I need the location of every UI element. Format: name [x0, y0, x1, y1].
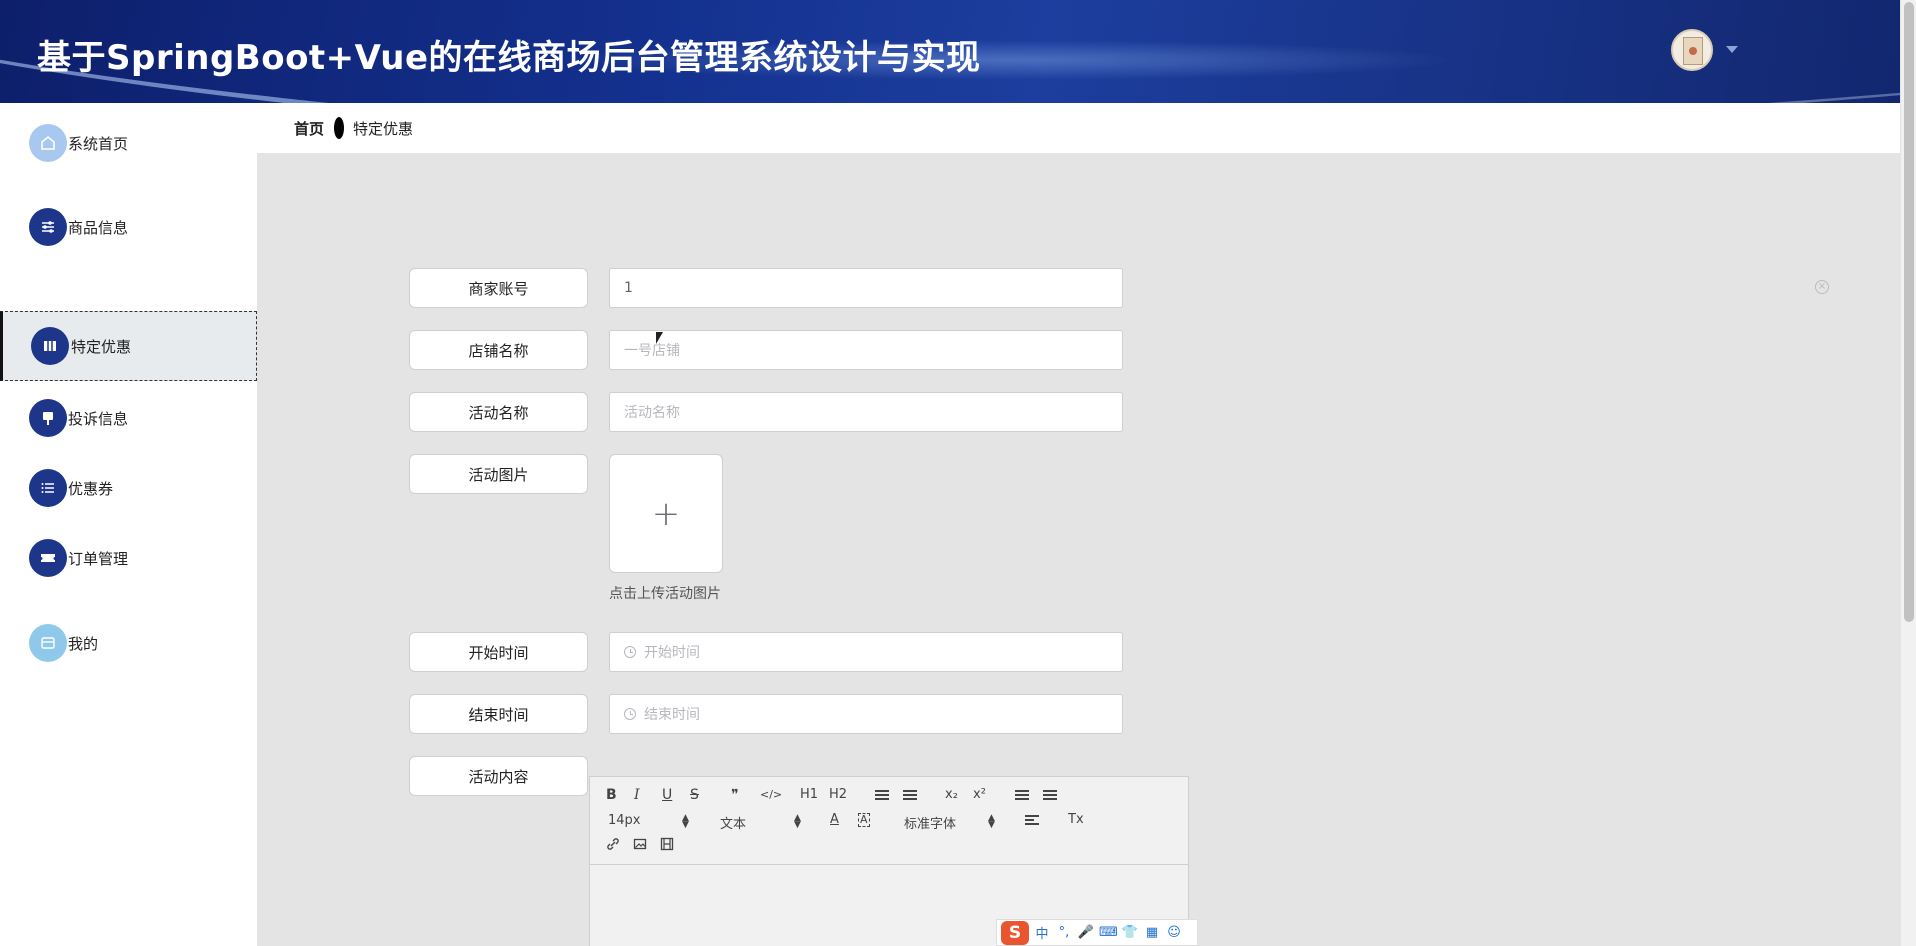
superscript-button[interactable]: x²	[973, 787, 986, 802]
activity-name-label: 活动名称	[409, 392, 588, 432]
font-size-select[interactable]: 14px ▲ ▼	[608, 813, 692, 830]
close-circle-icon[interactable]: ×	[1815, 280, 1829, 294]
activity-image-label: 活动图片	[409, 454, 588, 494]
ticket-icon	[29, 539, 67, 577]
outdent-icon[interactable]	[1015, 790, 1029, 802]
text-color-button[interactable]: A	[830, 812, 839, 827]
background-color-icon[interactable]: A	[858, 813, 870, 827]
breadcrumb-separator	[334, 117, 344, 139]
user-avatar[interactable]	[1671, 29, 1713, 71]
sidebar-item-coupons[interactable]: 优惠券	[0, 453, 257, 523]
list-icon	[29, 469, 67, 507]
sidebar-item-label: 订单管理	[68, 549, 129, 568]
h1-button[interactable]: H1	[800, 787, 818, 802]
activity-name-input[interactable]: 活动名称	[609, 392, 1123, 432]
breadcrumb: 首页 特定优惠	[257, 103, 1900, 153]
scrollbar-thumb[interactable]	[1904, 2, 1914, 622]
clock-icon	[624, 708, 636, 720]
editor-toolbar: B I U S ❞ </> H1 H2 x₂ x² 14px ▲ ▼ 文本 ▲ ▼ …	[590, 777, 1188, 865]
merchant-account-value: 1	[624, 280, 633, 296]
strike-button[interactable]: S	[690, 787, 699, 803]
page-scrollbar[interactable]	[1900, 0, 1916, 946]
sidebar-item-label: 我的	[68, 634, 99, 653]
caret-down-icon[interactable]	[1726, 46, 1738, 53]
tag-icon	[31, 327, 69, 365]
app-header: 基于SpringBoot+Vue的在线商场后台管理系统设计与实现	[0, 0, 1900, 103]
font-family-value: 标准字体	[904, 817, 957, 832]
mouse-cursor	[656, 332, 663, 344]
subscript-button[interactable]: x₂	[945, 787, 958, 802]
header-select[interactable]: 文本 ▲ ▼	[720, 813, 804, 833]
apps-icon[interactable]: ▦	[1143, 925, 1161, 940]
certificate-avatar-icon	[1683, 37, 1703, 65]
code-button[interactable]: </>	[760, 788, 782, 801]
link-icon[interactable]	[606, 837, 620, 851]
sidebar-item-label: 优惠券	[68, 479, 114, 498]
sogou-logo-icon: S	[1001, 920, 1029, 945]
keyboard-icon[interactable]: ⌨	[1099, 925, 1118, 940]
upload-tip: 点击上传活动图片	[609, 586, 721, 602]
plus-icon: +	[651, 493, 681, 534]
sidebar-item-home[interactable]: 系统首页	[0, 108, 257, 178]
sidebar-item-label: 商品信息	[68, 218, 129, 237]
start-time-input[interactable]: 开始时间	[609, 632, 1123, 672]
start-time-label: 开始时间	[409, 632, 588, 672]
blockquote-button[interactable]: ❞	[731, 787, 739, 803]
sidebar-item-products[interactable]: 商品信息	[0, 192, 257, 262]
align-icon[interactable]	[1025, 815, 1039, 827]
home-icon	[29, 124, 67, 162]
skin-icon[interactable]: 👕	[1121, 925, 1139, 940]
merchant-account-input[interactable]: 1	[609, 268, 1123, 308]
indent-icon[interactable]	[1043, 790, 1057, 802]
shop-name-placeholder: 一号店铺	[624, 343, 680, 359]
sliders-icon	[29, 208, 67, 246]
sidebar: 系统首页 商品信息 特定优惠 投诉信息 优惠券 订单管理 我的	[0, 103, 257, 946]
end-time-label: 结束时间	[409, 694, 588, 734]
image-upload-button[interactable]: +	[609, 454, 723, 573]
image-icon[interactable]	[633, 837, 647, 851]
shop-name-label: 店铺名称	[409, 330, 588, 370]
breadcrumb-home[interactable]: 首页	[294, 118, 324, 139]
start-time-placeholder: 开始时间	[644, 645, 700, 661]
sidebar-item-label: 特定优惠	[71, 337, 132, 356]
font-size-value: 14px	[608, 813, 641, 828]
h2-button[interactable]: H2	[829, 787, 847, 802]
end-time-input[interactable]: 结束时间	[609, 694, 1123, 734]
emoji-icon[interactable]: ☺	[1165, 925, 1183, 940]
clock-icon	[624, 646, 636, 658]
bold-button[interactable]: B	[606, 787, 617, 803]
end-time-placeholder: 结束时间	[644, 707, 700, 723]
card-icon	[29, 624, 67, 662]
app-title: 基于SpringBoot+Vue的在线商场后台管理系统设计与实现	[37, 38, 981, 78]
breadcrumb-current: 特定优惠	[353, 120, 414, 138]
underline-button[interactable]: U	[662, 787, 672, 803]
font-family-select[interactable]: 标准字体 ▲ ▼	[904, 813, 1000, 833]
sidebar-item-mine[interactable]: 我的	[0, 608, 257, 678]
video-icon[interactable]	[660, 837, 674, 851]
punctuation-icon[interactable]: °,	[1055, 925, 1073, 940]
activity-name-placeholder: 活动名称	[624, 405, 680, 421]
sidebar-item-special-offers[interactable]: 特定优惠	[0, 311, 257, 381]
ime-toolbar[interactable]: S 中 °, 🎤 ⌨ 👕 ▦ ☺	[996, 919, 1198, 946]
clean-format-button[interactable]: Tx	[1068, 812, 1084, 827]
sidebar-item-orders[interactable]: 订单管理	[0, 523, 257, 593]
select-arrows-icon: ▲ ▼	[794, 813, 801, 830]
select-arrows-icon: ▲ ▼	[988, 813, 995, 830]
shop-name-input[interactable]: 一号店铺	[609, 330, 1123, 370]
sidebar-item-label: 投诉信息	[68, 409, 129, 428]
activity-content-label: 活动内容	[409, 756, 588, 796]
ordered-list-icon[interactable]	[875, 790, 889, 802]
sidebar-item-complaints[interactable]: 投诉信息	[0, 383, 257, 453]
ime-mode[interactable]: 中	[1033, 923, 1051, 942]
microphone-icon[interactable]: 🎤	[1077, 925, 1095, 940]
bullet-list-icon[interactable]	[903, 790, 917, 802]
merchant-account-label: 商家账号	[409, 268, 588, 308]
pin-icon	[29, 399, 67, 437]
sidebar-item-label: 系统首页	[68, 134, 129, 153]
italic-button[interactable]: I	[634, 787, 640, 803]
header-select-value: 文本	[720, 817, 747, 832]
select-arrows-icon: ▲ ▼	[682, 813, 689, 830]
